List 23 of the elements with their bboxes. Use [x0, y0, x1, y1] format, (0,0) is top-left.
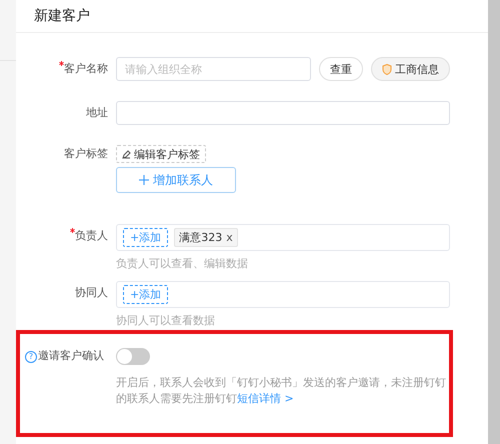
person-tag: 满意323 x — [174, 228, 238, 247]
scrollbar[interactable] — [488, 0, 500, 444]
field-label: 协同人 — [75, 286, 108, 299]
field-hint: 负责人可以查看、编辑数据 — [116, 257, 249, 271]
field-label: 客户名称 — [64, 62, 108, 75]
address-input[interactable] — [116, 101, 450, 125]
field-hint: 协同人可以查看数据 — [116, 314, 216, 328]
edit-tags-button[interactable]: 编辑客户标签 — [116, 145, 206, 163]
dialog-title: 新建客户 — [34, 7, 90, 25]
shield-icon — [382, 64, 392, 74]
business-info-button[interactable]: 工商信息 — [371, 57, 450, 81]
duplicate-check-button[interactable]: 查重 — [319, 57, 363, 81]
field-label: ? 邀请客户确认 — [20, 348, 104, 364]
people-field[interactable]: +添加 满意323 x — [116, 224, 450, 251]
invite-toggle[interactable] — [116, 348, 150, 365]
invite-description: 开启后，联系人会收到「钉钉小秘书」发送的客户邀请，未注册钉钉的联系人需要先注册钉钉短信详情 > — [116, 375, 447, 407]
remove-button[interactable]: x — [226, 231, 233, 244]
plus-icon — [139, 175, 149, 185]
name-input[interactable]: 请输入组织全称 — [116, 57, 311, 81]
field-label: 地址 — [86, 106, 108, 119]
field-label: 负责人 — [75, 229, 108, 242]
field-label: 客户标签 — [63, 146, 108, 162]
pencil-icon — [122, 150, 131, 158]
